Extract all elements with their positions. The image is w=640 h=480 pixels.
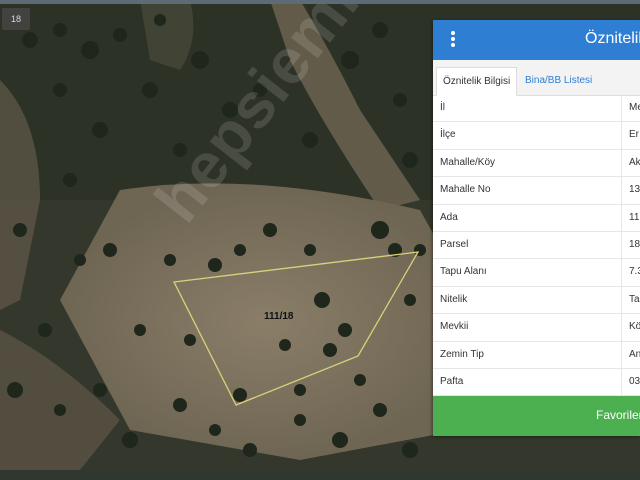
attribute-row: Mahalle No 13 bbox=[433, 177, 640, 205]
column-divider bbox=[621, 231, 622, 259]
column-divider bbox=[621, 95, 622, 122]
attribute-value: 7.3 bbox=[629, 266, 640, 278]
column-divider bbox=[621, 204, 622, 231]
column-divider bbox=[621, 314, 622, 341]
column-divider bbox=[621, 122, 622, 149]
attribute-row: Mevkii Kö bbox=[433, 314, 640, 342]
parcel-label: 111/18 bbox=[264, 311, 294, 322]
top-strip bbox=[0, 0, 640, 4]
column-divider bbox=[621, 341, 622, 368]
attribute-value: 03 bbox=[629, 375, 640, 387]
attribute-row: Nitelik Ta bbox=[433, 286, 640, 315]
attribute-row: Zemin Tip An bbox=[433, 341, 640, 369]
column-divider bbox=[621, 368, 622, 396]
favorites-button[interactable]: Favoriler bbox=[433, 396, 640, 436]
column-divider bbox=[621, 149, 622, 177]
tab-attribute-info[interactable]: Öznitelik Bilgisi bbox=[436, 67, 518, 96]
attribute-key: Parsel bbox=[440, 238, 469, 250]
zoom-level-badge: 18 bbox=[2, 8, 30, 30]
attribute-row: İl Me bbox=[433, 95, 640, 123]
attribute-value: Er bbox=[629, 129, 639, 141]
column-divider bbox=[621, 259, 622, 286]
attribute-key: İl bbox=[440, 102, 445, 113]
favorites-label: Favoriler bbox=[596, 408, 640, 422]
attribute-value: Kö bbox=[629, 321, 640, 333]
attribute-row: Tapu Alanı 7.3 bbox=[433, 259, 640, 287]
attribute-value: 11 bbox=[629, 211, 640, 223]
attribute-value: Ta bbox=[629, 293, 640, 305]
attribute-row: İlçe Er bbox=[433, 122, 640, 150]
attribute-key: Mahalle/Köy bbox=[440, 156, 496, 168]
attribute-value: Me bbox=[629, 102, 640, 113]
bottom-strip bbox=[0, 470, 640, 480]
attribute-value: 13 bbox=[629, 184, 640, 196]
attribute-key: Pafta bbox=[440, 375, 464, 387]
attribute-panel: Öznitelik Bilgisi Öznitelik Bilgisi Bina… bbox=[433, 20, 640, 436]
attribute-value: 18 bbox=[629, 238, 640, 250]
attribute-key: Zemin Tip bbox=[440, 348, 484, 360]
attribute-value: An bbox=[629, 348, 640, 360]
column-divider bbox=[621, 177, 622, 204]
attribute-value: Ak bbox=[629, 156, 640, 168]
attribute-row: Mahalle/Köy Ak bbox=[433, 149, 640, 178]
attribute-key: Mahalle No bbox=[440, 184, 491, 196]
panel-tabs: Öznitelik Bilgisi Bina/BB Listesi bbox=[433, 60, 640, 96]
panel-title: Öznitelik Bilgisi bbox=[585, 30, 640, 47]
attribute-row: Pafta 03 bbox=[433, 368, 640, 397]
attribute-key: Nitelik bbox=[440, 293, 468, 305]
attribute-key: İlçe bbox=[440, 129, 456, 141]
column-divider bbox=[621, 286, 622, 314]
attribute-key: Mevkii bbox=[440, 321, 469, 333]
more-vertical-icon[interactable] bbox=[446, 31, 460, 49]
attribute-key: Tapu Alanı bbox=[440, 266, 487, 278]
attribute-row: Ada 11 bbox=[433, 204, 640, 232]
panel-header: Öznitelik Bilgisi bbox=[433, 20, 640, 60]
attribute-row: Parsel 18 bbox=[433, 231, 640, 260]
attribute-key: Ada bbox=[440, 211, 458, 223]
tab-building-list[interactable]: Bina/BB Listesi bbox=[519, 67, 598, 95]
attribute-table: İl Me İlçe Er Mahalle/Köy Ak Mahalle No 13 Ada 11… bbox=[433, 95, 640, 397]
